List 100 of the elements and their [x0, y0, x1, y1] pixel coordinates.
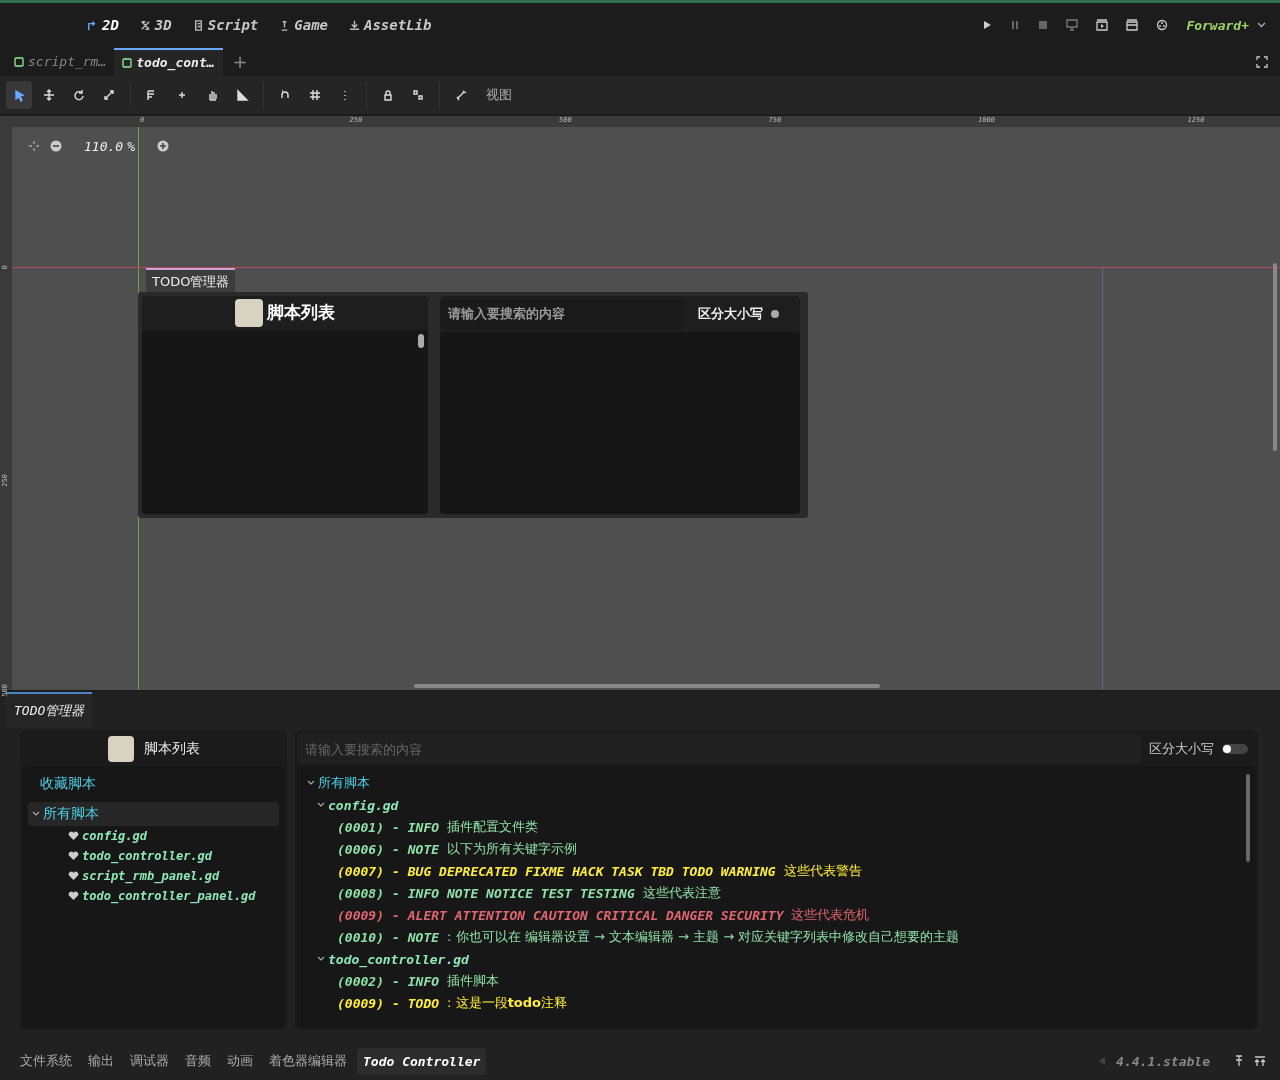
zoom-value[interactable]: 110.0 [84, 138, 124, 154]
film-reel-icon[interactable] [1156, 19, 1169, 32]
scrollbar-thumb[interactable] [414, 684, 880, 689]
pointer-icon [12, 87, 26, 102]
bottom-panel-tab[interactable]: 音频 [179, 1046, 217, 1076]
caret-icon [1257, 22, 1266, 29]
tree-item[interactable]: config.gd [307, 794, 1246, 817]
dash-separator: - [391, 929, 400, 945]
script-file-item[interactable]: script_rmb_panel.gd [82, 869, 220, 884]
search-field[interactable]: 请输入要搜索的内容 [440, 298, 684, 329]
center-view-icon[interactable] [28, 140, 40, 153]
pause-icon[interactable] [1010, 20, 1021, 31]
keyword-label: INFO NOTE NOTICE TEST TESTING [407, 885, 635, 901]
zoom-out-icon[interactable] [50, 140, 62, 153]
scrollbar-thumb[interactable] [1246, 774, 1250, 863]
script-file-item[interactable]: config.gd [82, 829, 148, 844]
panel-tab[interactable]: TODO管理器 [146, 267, 236, 294]
dash-separator: - [391, 973, 400, 989]
heart-icon[interactable] [68, 871, 79, 882]
bone-icon [454, 87, 468, 102]
canvas-viewport[interactable]: 110.0 % TODO管理器 脚本列表 请输入要搜索的内容 区分大小写 [12, 126, 1280, 691]
heart-icon[interactable] [68, 831, 79, 842]
dash-separator: - [391, 841, 400, 857]
fullscreen-icon[interactable] [1256, 55, 1268, 68]
case-sensitive-label: 区分大小写 [698, 304, 763, 323]
comment-text: 这些代表危机 [791, 906, 870, 925]
bottom-panel-tab[interactable]: 文件系统 [14, 1046, 78, 1076]
keyword-label: BUG DEPRECATED FIXME HACK TASK TBD TODO WARNING [407, 863, 776, 879]
line-number[interactable]: (0009) [337, 907, 384, 923]
bottom-panel-tab[interactable]: 输出 [82, 1046, 120, 1076]
view-menu[interactable]: 视图 [478, 85, 520, 104]
bottom-panel-tab[interactable]: 动画 [221, 1046, 259, 1076]
keyword-label: ALERT ATTENTION CAUTION CRITICAL DANGER SECURITY [407, 907, 784, 923]
case-sensitive-label: 区分大小写 [1149, 740, 1214, 759]
comment-text: 插件配置文件类 [447, 818, 539, 837]
renderer-dropdown[interactable]: Forward+ [1186, 17, 1266, 33]
pin-icon[interactable] [1234, 1055, 1244, 1067]
script-file-item[interactable]: todo_controller_panel.gd [82, 889, 256, 904]
line-number[interactable]: (0001) [337, 819, 384, 835]
zoom-unit: % [127, 138, 135, 154]
scale-icon [102, 87, 116, 102]
tree-item[interactable]: todo_controller.gd [307, 948, 1246, 971]
clapperboard-icon[interactable] [1126, 19, 1139, 32]
clapperboard-play-icon[interactable] [1096, 19, 1109, 32]
scene-icon [14, 56, 24, 67]
toggle-switch[interactable] [1222, 744, 1248, 755]
grid-icon [308, 87, 322, 102]
keyword-label: INFO [407, 973, 440, 989]
group-icon [411, 87, 425, 102]
workspace-tab[interactable]: Script [191, 17, 259, 34]
heart-icon[interactable] [68, 851, 79, 862]
script-file-item[interactable]: todo_controller.gd [82, 849, 213, 864]
comment-text: 这些代表警告 [783, 862, 862, 881]
tree-item[interactable]: 所有脚本 [307, 772, 1246, 795]
workspace-tab[interactable]: 2D [86, 17, 119, 34]
scrollbar-thumb[interactable] [1273, 262, 1277, 451]
line-number[interactable]: (0007) [337, 863, 384, 879]
bottom-panel-tab[interactable]: Todo Controller [357, 1047, 487, 1075]
ruler-icon [235, 87, 249, 102]
keyword-label: INFO [407, 819, 440, 835]
tree-item[interactable]: 收藏脚本 [28, 772, 279, 797]
zoom-in-icon[interactable] [156, 140, 169, 153]
heart-icon[interactable] [68, 891, 79, 902]
bottom-panel-tab[interactable]: 调试器 [124, 1046, 175, 1076]
stop-icon[interactable] [1038, 20, 1049, 31]
line-number[interactable]: (0002) [337, 973, 384, 989]
expand-panel-icon[interactable] [1254, 1055, 1266, 1067]
dash-separator: - [391, 885, 400, 901]
rotate-icon [72, 87, 86, 102]
dash-separator: - [391, 907, 400, 923]
workspace-tab[interactable]: 3D [138, 17, 172, 34]
version-label: 4.4.1.stable [1116, 1053, 1210, 1069]
search-field[interactable]: 请输入要搜索的内容 [297, 734, 1141, 765]
scene-tab[interactable]: todo_cont… [114, 47, 223, 76]
add-tab-button[interactable]: + [222, 47, 258, 76]
dash-separator: - [391, 863, 400, 879]
toggle-switch[interactable] [771, 309, 779, 318]
line-number[interactable]: (0006) [337, 841, 384, 857]
tree-item[interactable]: 所有脚本 [28, 802, 279, 827]
workspace-tab[interactable]: AssetLib [348, 17, 432, 34]
comment-text: 插件脚本 [447, 972, 500, 991]
dock-tab[interactable]: TODO管理器 [6, 692, 93, 729]
download-icon [348, 18, 361, 32]
bottom-panel-tab[interactable]: 着色器编辑器 [263, 1046, 353, 1076]
monitor-icon[interactable] [1066, 19, 1079, 32]
scene-icon [122, 57, 133, 68]
workspace-tab[interactable]: Game [278, 17, 328, 34]
panel-title: 脚本列表 [143, 740, 200, 759]
move-icon [42, 87, 56, 102]
line-number[interactable]: (0008) [337, 885, 384, 901]
scene-tab[interactable]: script_rm… [6, 47, 115, 76]
app-logo-icon [235, 298, 263, 327]
keyword-label: TODO [407, 995, 440, 1011]
play-icon[interactable] [982, 20, 993, 31]
line-number[interactable]: (0010) [337, 929, 384, 945]
line-number[interactable]: (0009) [337, 995, 384, 1011]
app-logo-icon [107, 736, 134, 763]
tool-button[interactable] [6, 80, 32, 109]
left-triangle-icon [1098, 1056, 1107, 1066]
panel-title: 脚本列表 [267, 301, 335, 325]
